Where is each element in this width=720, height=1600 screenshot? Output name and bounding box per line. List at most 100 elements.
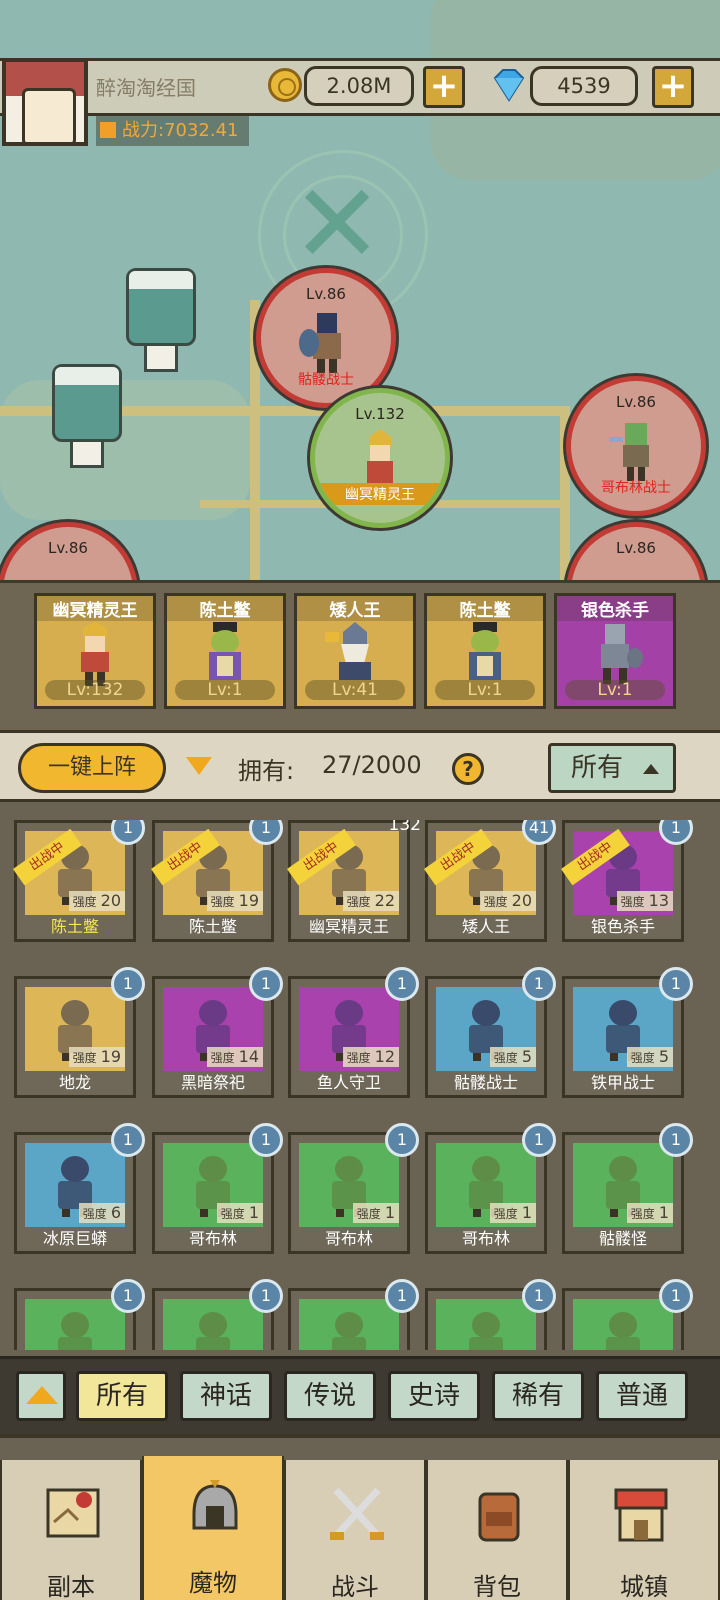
- monster-card[interactable]: 强度 12 鱼人守卫 1: [288, 967, 419, 1098]
- owned-count-badge: 1: [385, 967, 419, 1001]
- owned-count-badge: 1: [111, 1123, 145, 1157]
- team-slot[interactable]: 陈土鳖 Lv:1: [424, 593, 546, 709]
- strength-badge: 强度 12: [342, 1047, 399, 1067]
- team-slot-level: Lv:1: [565, 680, 665, 700]
- team-slot[interactable]: 陈土鳖 Lv:1: [164, 593, 286, 709]
- strength-value: 1: [521, 1203, 532, 1222]
- strength-badge: 强度 5: [626, 1047, 673, 1067]
- add-gold-button[interactable]: +: [423, 66, 465, 108]
- monster-card[interactable]: 1: [288, 1279, 419, 1350]
- strength-label: 强度: [630, 1051, 655, 1065]
- filter-mythic[interactable]: 神话: [180, 1371, 272, 1421]
- monster-card[interactable]: 出战中 强度 13 银色杀手 1: [561, 820, 693, 942]
- add-gems-button[interactable]: +: [652, 66, 694, 108]
- rarity-filter-bar: 所有 神话 传说 史诗 稀有 普通: [0, 1356, 720, 1434]
- node-name: 哥布林战士: [601, 480, 671, 496]
- monster-card[interactable]: 出战中 强度 22 幽冥精灵王 132: [287, 820, 421, 942]
- tab-label: 魔物: [189, 1569, 237, 1597]
- tab-town[interactable]: 城镇: [568, 1460, 720, 1600]
- monster-card[interactable]: 强度 5 骷髅战士 1: [425, 967, 556, 1098]
- strength-value: 20: [100, 891, 121, 910]
- tab-label: 战斗: [331, 1573, 379, 1600]
- monster-name: 哥布林: [188, 1229, 237, 1248]
- monster-card[interactable]: 强度 19 地龙 1: [14, 967, 145, 1098]
- strength-badge: 强度 20: [479, 891, 536, 911]
- filter-common[interactable]: 普通: [596, 1371, 688, 1421]
- monster-portrait-icon: [469, 1312, 503, 1350]
- team-slot[interactable]: 矮人王 Lv:41: [294, 593, 416, 709]
- tab-battle[interactable]: 战斗: [284, 1460, 426, 1600]
- owned-count-badge: 1: [659, 1279, 693, 1313]
- filter-all[interactable]: 所有: [76, 1371, 168, 1421]
- tab-backpack[interactable]: 背包: [426, 1460, 568, 1600]
- player-avatar[interactable]: [2, 58, 88, 146]
- tab-dungeon[interactable]: 副本: [0, 1460, 142, 1600]
- owned-count-badge: 1: [659, 967, 693, 1001]
- tab-label: 副本: [47, 1573, 95, 1600]
- monster-card[interactable]: 强度 6 冰原巨蟒 1: [14, 1123, 145, 1254]
- monster-card[interactable]: 强度 1 哥布林 1: [288, 1123, 419, 1254]
- help-icon[interactable]: ?: [452, 753, 484, 785]
- monster-card[interactable]: 1: [425, 1279, 556, 1350]
- filter-label: 所有: [571, 753, 624, 783]
- filter-rare[interactable]: 稀有: [492, 1371, 584, 1421]
- frog-official-icon: [209, 622, 241, 680]
- strength-badge: 强度 5: [489, 1047, 536, 1067]
- tab-monsters[interactable]: 魔物: [142, 1456, 284, 1600]
- map-monster-node[interactable]: Lv.86 骷髅战士: [256, 268, 396, 408]
- crossed-swords-icon: [330, 1487, 384, 1540]
- map-monster-node[interactable]: Lv.86 哥布林战士: [566, 376, 706, 516]
- strength-badge: 强度 20: [68, 891, 125, 911]
- auto-deploy-button[interactable]: 一键上阵: [18, 743, 166, 793]
- monster-card[interactable]: 强度 1 哥布林 1: [152, 1123, 283, 1254]
- strength-value: 22: [374, 891, 395, 910]
- roster-filter-dropdown[interactable]: 所有: [548, 743, 676, 793]
- strength-label: 强度: [346, 1051, 371, 1065]
- monster-card[interactable]: 强度 5 铁甲战士 1: [562, 967, 693, 1098]
- monster-name: 哥布林: [461, 1229, 510, 1248]
- strength-value: 6: [110, 1203, 121, 1222]
- silver-knight-icon: [601, 624, 643, 684]
- monster-card[interactable]: 出战中 强度 19 陈土鳖 1: [151, 820, 283, 942]
- team-slot-level: Lv:132: [45, 680, 145, 700]
- strength-badge: 强度 19: [68, 1047, 125, 1067]
- gold-amount: 2.08M: [304, 66, 414, 106]
- skeleton-warrior-icon: [299, 313, 341, 373]
- node-level: Lv.86: [616, 393, 656, 411]
- node-level: Lv.86: [616, 539, 656, 557]
- team-slot[interactable]: 银色杀手 Lv:1: [554, 593, 676, 709]
- owned-count-badge: 1: [249, 1279, 283, 1313]
- gold-coin-icon: [268, 68, 302, 102]
- collapse-button[interactable]: [16, 1371, 66, 1421]
- caret-up-icon: [643, 764, 659, 774]
- monster-card[interactable]: 1: [152, 1279, 283, 1350]
- filter-legendary[interactable]: 传说: [284, 1371, 376, 1421]
- shop-icon: [614, 1488, 668, 1542]
- monster-portrait-icon: [606, 1312, 640, 1350]
- strength-label: 强度: [493, 1207, 518, 1221]
- spirit-king-icon: [81, 622, 109, 686]
- strength-value: 1: [384, 1203, 395, 1222]
- filter-epic[interactable]: 史诗: [388, 1371, 480, 1421]
- monster-card[interactable]: 1: [562, 1279, 693, 1350]
- diamond-icon: [493, 69, 525, 102]
- owned-count-badge: 1: [249, 1123, 283, 1157]
- monster-portrait-icon: [332, 1312, 366, 1350]
- monster-card[interactable]: 强度 14 黑暗祭祀 1: [152, 967, 283, 1098]
- monster-name: 矮人王: [461, 917, 510, 936]
- monster-grid[interactable]: 出战中 强度 20 陈土鳖 1 出战中 强度 19 陈土鳖 1 出战中 强度 22 幽冥精灵王 132 出战中…: [0, 820, 720, 1350]
- strength-badge: 强度 14: [206, 1047, 263, 1067]
- monster-name: 地龙: [58, 1073, 91, 1092]
- monster-card[interactable]: 强度 1 哥布林 1: [425, 1123, 556, 1254]
- monster-card[interactable]: 强度 1 骷髅怪 1: [562, 1123, 693, 1254]
- combat-power: 战力:7032.41: [96, 116, 249, 146]
- monster-card[interactable]: 1: [14, 1279, 145, 1350]
- monster-card[interactable]: 出战中 强度 20 矮人王 41: [424, 820, 556, 942]
- monster-card[interactable]: 出战中 强度 20 陈土鳖 1: [13, 820, 145, 942]
- combat-power-value: 战力:7032.41: [122, 120, 239, 141]
- team-slot[interactable]: 幽冥精灵王 Lv:132: [34, 593, 156, 709]
- strength-label: 强度: [210, 895, 235, 909]
- strength-label: 强度: [483, 895, 508, 909]
- map-monster-node[interactable]: Lv.132 幽冥精灵王: [310, 388, 450, 528]
- strength-badge: 强度 6: [78, 1203, 125, 1223]
